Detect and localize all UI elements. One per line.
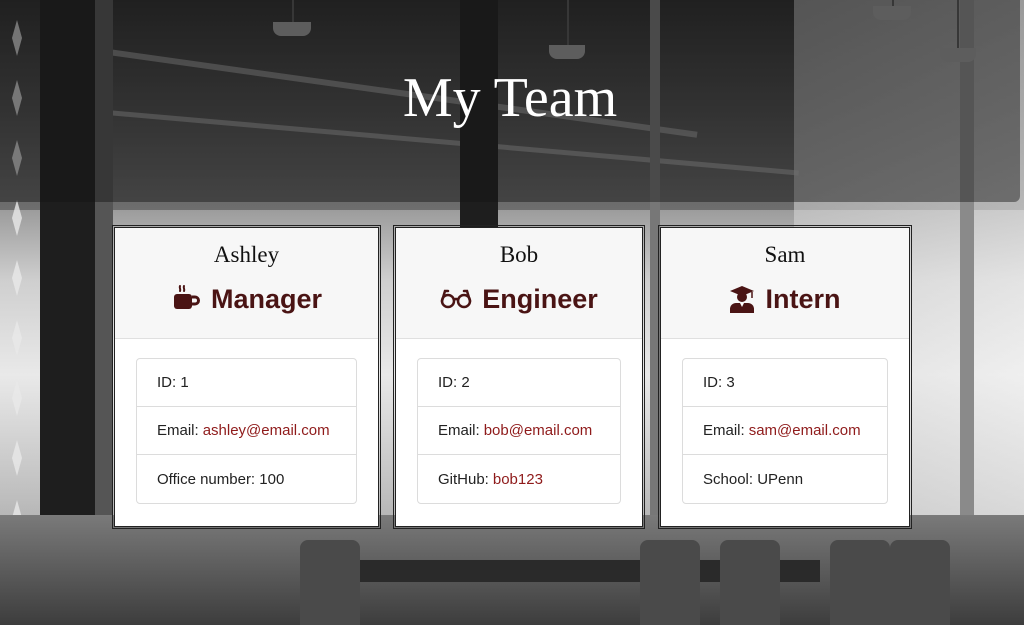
office-number-label: Office number: (157, 470, 256, 488)
coffee-icon (171, 284, 201, 314)
employee-name: Sam (764, 242, 806, 267)
id-value: 1 (180, 374, 189, 391)
card-header: Sam Intern (661, 228, 909, 339)
id-label: ID: (438, 374, 458, 391)
employee-role: Engineer (396, 283, 642, 315)
email-label: Email: (157, 422, 199, 439)
glasses-icon (440, 287, 472, 311)
employee-role: Manager (115, 283, 378, 315)
office-number-row: Office number: 100 (137, 455, 356, 503)
email-row: Email: bob@email.com (418, 407, 620, 455)
email-row: Email: sam@email.com (683, 407, 887, 455)
github-label: GitHub: (438, 470, 489, 488)
id-row: ID: 1 (137, 359, 356, 407)
id-row: ID: 2 (418, 359, 620, 407)
id-row: ID: 3 (683, 359, 887, 407)
email-link[interactable]: sam@email.com (749, 422, 861, 439)
office-number-value: 100 (259, 470, 285, 488)
card-header: Bob Engineer (396, 228, 642, 339)
email-link[interactable]: bob@email.com (484, 422, 593, 439)
employee-name: Ashley (213, 242, 280, 267)
card-header: Ashley Manager (115, 228, 378, 339)
email-link[interactable]: ashley@email.com (203, 422, 330, 439)
email-row: Email: ashley@email.com (137, 407, 356, 455)
employee-details-list: ID: 1 Email: ashley@email.com Office numb… (136, 358, 357, 504)
github-row: GitHub: bob123 (418, 455, 620, 503)
school-row: School: UPenn (683, 455, 887, 503)
employee-details-list: ID: 2 Email: bob@email.com GitHub: bob123 (417, 358, 621, 504)
id-label: ID: (703, 374, 723, 391)
page-title: My Team (402, 67, 618, 129)
employee-details-list: ID: 3 Email: sam@email.com School: UPenn (682, 358, 888, 504)
role-label: Intern (765, 284, 841, 314)
role-label: Engineer (482, 284, 598, 314)
email-label: Email: (703, 422, 745, 439)
role-label: Manager (210, 284, 323, 314)
id-value: 3 (726, 374, 735, 391)
email-label: Email: (438, 422, 480, 439)
employee-card-intern: Sam Intern ID: 3 Email: sam@email.com Sch… (658, 225, 912, 529)
graduate-icon (729, 285, 755, 313)
page-header: My Team (0, 0, 1020, 202)
id-value: 2 (461, 374, 470, 391)
school-label: School: (703, 470, 754, 488)
id-label: ID: (157, 374, 177, 391)
school-value: UPenn (757, 470, 804, 488)
employee-card-manager: Ashley Manager ID: 1 Email: ashley@email.… (112, 225, 381, 529)
employee-card-engineer: Bob Engineer ID: 2 Email: bob@email.com G… (393, 225, 645, 529)
github-link[interactable]: bob123 (493, 471, 543, 488)
employee-role: Intern (661, 283, 909, 315)
employee-name: Bob (499, 242, 539, 267)
